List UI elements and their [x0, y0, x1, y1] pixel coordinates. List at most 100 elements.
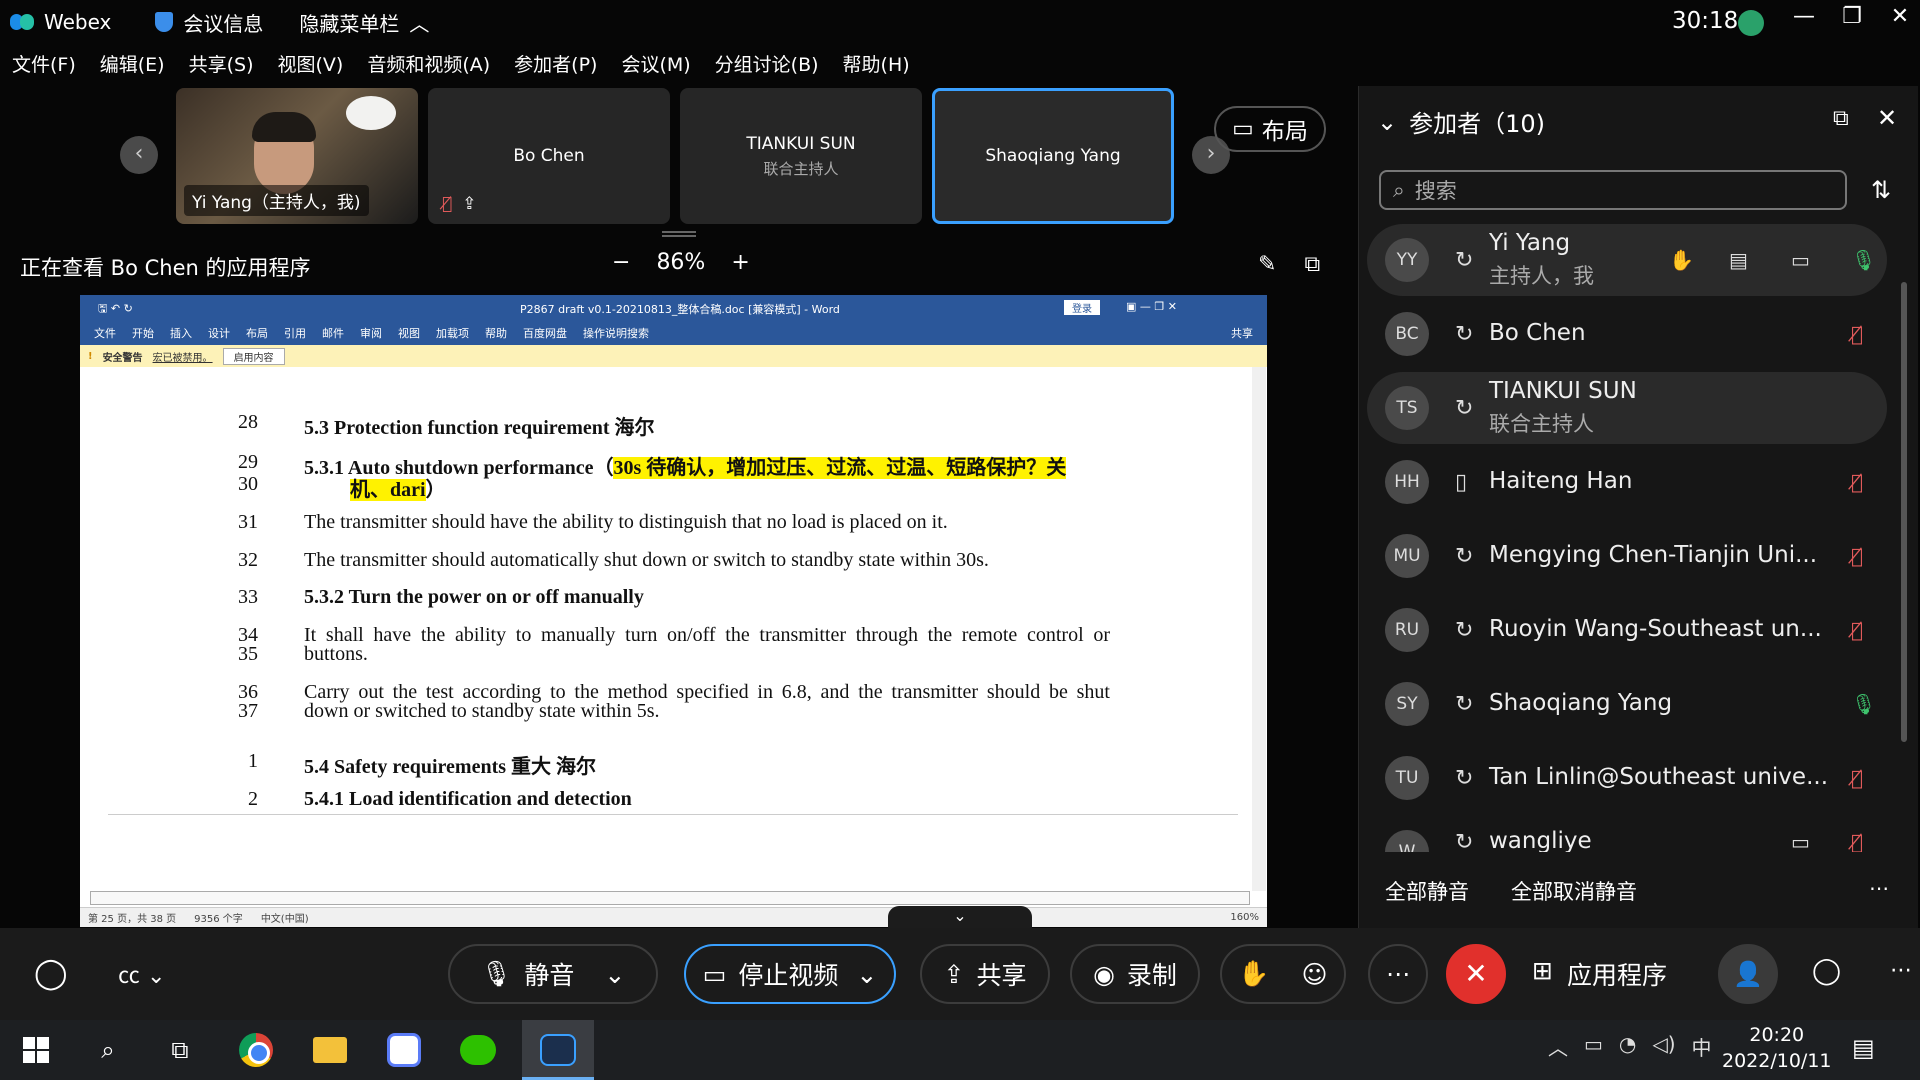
volume-icon[interactable]: ◁) [1652, 1032, 1675, 1061]
view-tools: ✎ ⧉ [1258, 252, 1320, 277]
menu-edit[interactable]: 编辑(E) [100, 50, 165, 82]
body-text: The transmitter should have the ability … [304, 511, 948, 533]
video-tile-tiankui-sun[interactable]: TIANKUI SUN 联合主持人 [680, 88, 922, 224]
show-hidden-icons-icon[interactable]: ︿ [1548, 1032, 1568, 1061]
record-button[interactable]: ◉ 录制 [1070, 944, 1200, 1004]
strip-prev-button[interactable]: ‹ [120, 136, 158, 174]
menu-file[interactable]: 文件(F) [12, 50, 76, 82]
chat-icon[interactable]: ◯ [1812, 956, 1841, 986]
battery-icon[interactable]: ▭ [1584, 1032, 1603, 1061]
video-tile-yi-yang[interactable]: Yi Yang（主持人，我) [176, 88, 418, 224]
more-icon[interactable]: ⋯ [1890, 958, 1912, 983]
close-window-icon[interactable]: ✕ [1882, 4, 1918, 29]
network-signal-icon[interactable] [1738, 10, 1764, 36]
mic-muted-icon[interactable]: 🎙̸ [1851, 470, 1863, 494]
file-explorer-button[interactable] [308, 1030, 352, 1070]
video-tile-bo-chen[interactable]: Bo Chen 🎙̸ ⇪ [428, 88, 670, 224]
mic-muted-icon[interactable]: 🎙̸ [1851, 322, 1863, 346]
audio-connection-icon: ↻ [1455, 617, 1474, 643]
search-icon[interactable]: ⌕ [86, 1030, 130, 1070]
panel-header[interactable]: ⌄ 参加者（10) [1377, 104, 1545, 139]
video-camera-icon[interactable]: ▭ [1791, 248, 1810, 272]
hide-menu-button[interactable]: 隐藏菜单栏 ︿ [299, 8, 429, 37]
participant-row[interactable]: BC ↻ Bo Chen 🎙̸ [1367, 298, 1887, 370]
reactions-icon[interactable]: ☺ [1302, 960, 1328, 989]
collapse-share-handle[interactable]: ⌄ [888, 906, 1032, 928]
participant-row[interactable]: MU ↻ Mengying Chen-Tianjin Uni... 🎙̸ [1367, 520, 1887, 592]
mute-button[interactable]: 🎙 静音 ⌄ [448, 944, 658, 1004]
participant-row[interactable]: RU ↻ Ruoyin Wang-Southeast un... 🎙̸ [1367, 594, 1887, 666]
unmute-all-button[interactable]: 全部取消静音 [1511, 876, 1637, 906]
scrollbar-thumb[interactable] [1901, 282, 1907, 742]
mic-muted-icon[interactable]: 🎙̸ [1851, 618, 1863, 642]
participants-toggle-button[interactable]: 👤 [1718, 944, 1778, 1004]
menu-audio-video[interactable]: 音频和视频(A) [367, 50, 490, 82]
annotate-icon[interactable]: ✎ [1258, 252, 1276, 277]
menu-participants[interactable]: 参加者(P) [514, 50, 597, 82]
wechat-taskbar-button[interactable] [456, 1030, 500, 1070]
more-options-icon[interactable]: ⋯ [1869, 876, 1889, 900]
sort-icon[interactable]: ⇅ [1871, 176, 1891, 204]
menu-breakout[interactable]: 分组讨论(B) [715, 50, 819, 82]
app-taskbar-button[interactable] [382, 1030, 426, 1070]
video-tile-shaoqiang-yang[interactable]: Shaoqiang Yang [932, 88, 1174, 224]
pop-out-icon[interactable]: ⧉ [1833, 106, 1849, 131]
webex-logo-icon [10, 12, 36, 32]
mic-on-icon[interactable]: 🎙 [1851, 248, 1876, 272]
panel-scrollbar[interactable] [1897, 226, 1911, 852]
layout-button[interactable]: ▭ 布局 [1214, 106, 1326, 152]
app-name: Webex [44, 10, 112, 34]
webex-icon [540, 1034, 576, 1066]
zoom-out-button[interactable]: − [612, 250, 630, 275]
chrome-taskbar-button[interactable] [234, 1030, 278, 1070]
meeting-info-button[interactable]: 会议信息 [121, 8, 263, 37]
participant-row[interactable]: SY ↻ Shaoqiang Yang 🎙 [1367, 668, 1887, 740]
wifi-icon[interactable]: ◔ [1619, 1032, 1636, 1061]
minimize-icon[interactable]: — [1786, 4, 1822, 29]
captions-button[interactable]: ㏄ ⌄ [118, 958, 165, 990]
stop-video-button[interactable]: ▭ 停止视频 ⌄ [684, 944, 896, 1004]
raise-hand-icon[interactable]: ✋ [1669, 248, 1694, 272]
mic-muted-icon[interactable]: 🎙̸ [1851, 766, 1863, 790]
webex-taskbar-button[interactable] [536, 1030, 580, 1070]
task-view-icon[interactable]: ⧉ [158, 1030, 202, 1070]
word-tab: 加载项 [436, 327, 469, 340]
mic-muted-icon[interactable]: 🎙̸ [1851, 830, 1863, 852]
participant-search-input[interactable]: ⌕ 搜索 [1379, 170, 1847, 210]
pop-out-share-icon[interactable]: ⧉ [1304, 252, 1320, 277]
notification-icon[interactable]: ▤ [1852, 1034, 1875, 1062]
ime-indicator[interactable]: 中 [1692, 1032, 1712, 1061]
video-camera-icon[interactable]: ▭ [1791, 830, 1810, 852]
participant-row[interactable]: TS ↻ TIANKUI SUN 联合主持人 [1367, 372, 1887, 444]
noise-removal-icon[interactable]: ◯ [34, 956, 68, 991]
shared-application-view[interactable]: 🖫 ↶ ↻ P2867 draft v0.1-20210813_整体合稿.doc… [80, 295, 1267, 927]
heading-5-4-1: 5.4.1 Load identification and detection [304, 788, 632, 810]
taskbar-clock[interactable]: 20:20 2022/10/11 [1722, 1022, 1832, 1074]
apps-button[interactable]: ⊞ 应用程序 [1532, 956, 1667, 992]
participant-row[interactable]: HH ▯ Haiteng Han 🎙̸ [1367, 446, 1887, 518]
start-button[interactable] [14, 1030, 58, 1070]
mute-all-button[interactable]: 全部静音 [1385, 876, 1469, 906]
audio-connection-icon: ↻ [1455, 321, 1474, 347]
restore-icon[interactable]: ❐ [1834, 4, 1870, 29]
share-button[interactable]: ⇪ 共享 [920, 944, 1050, 1004]
mic-muted-icon[interactable]: 🎙̸ [1851, 544, 1863, 568]
captions-icon[interactable]: ▤ [1729, 248, 1748, 272]
mic-on-icon[interactable]: 🎙 [1851, 692, 1876, 716]
chevron-down-icon[interactable]: ⌄ [604, 960, 625, 989]
close-icon[interactable]: ✕ [1877, 104, 1897, 132]
more-options-button[interactable]: ⋯ [1368, 944, 1428, 1004]
participant-row[interactable]: TU ↻ Tan Linlin@Southeast unive... 🎙̸ [1367, 742, 1887, 814]
menu-view[interactable]: 视图(V) [278, 50, 344, 82]
strip-resize-handle[interactable] [662, 231, 696, 237]
raise-hand-icon[interactable]: ✋ [1238, 959, 1269, 989]
menu-share[interactable]: 共享(S) [189, 50, 254, 82]
share-label: 共享 [976, 961, 1027, 990]
participant-row[interactable]: W ↻ wangliye ▭ 🎙̸ [1367, 816, 1887, 852]
menu-meeting[interactable]: 会议(M) [621, 50, 690, 82]
menu-help[interactable]: 帮助(H) [843, 50, 910, 82]
leave-meeting-button[interactable]: ✕ [1446, 944, 1506, 1004]
zoom-in-button[interactable]: + [731, 250, 749, 275]
chevron-down-icon[interactable]: ⌄ [856, 960, 877, 989]
participant-row[interactable]: YY ↻ Yi Yang 主持人，我 ✋ ▤ ▭ 🎙 [1367, 224, 1887, 296]
